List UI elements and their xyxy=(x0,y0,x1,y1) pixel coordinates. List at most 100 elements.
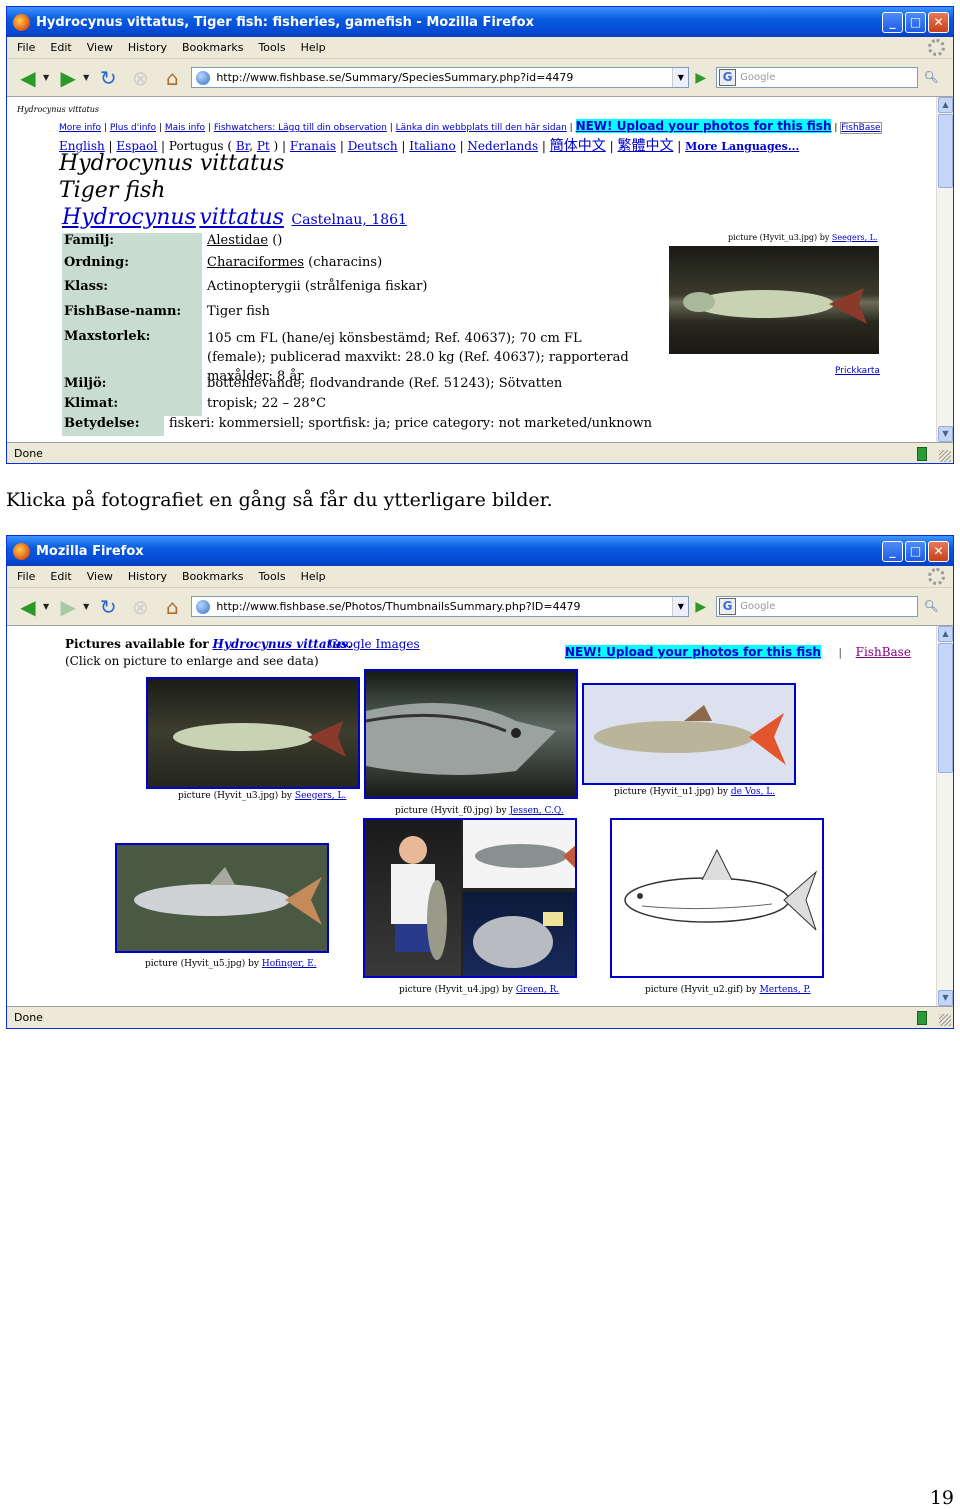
author-link[interactable]: de Vos, L. xyxy=(731,787,775,797)
menu-edit[interactable]: Edit xyxy=(50,41,71,54)
stop-icon[interactable]: ⊗ xyxy=(127,594,153,620)
more-languages-link[interactable]: More Languages... xyxy=(685,140,799,153)
menu-tools[interactable]: Tools xyxy=(258,41,285,54)
back-history-dropdown[interactable]: ▼ xyxy=(43,73,49,82)
fishbase-link[interactable]: FishBase xyxy=(840,122,882,134)
menu-bookmarks[interactable]: Bookmarks xyxy=(182,570,243,583)
search-box[interactable]: G Google xyxy=(716,596,919,617)
minimize-button[interactable]: _ xyxy=(882,541,903,562)
menu-history[interactable]: History xyxy=(128,570,167,583)
menu-help[interactable]: Help xyxy=(301,570,326,583)
menu-history[interactable]: History xyxy=(128,41,167,54)
lang-nederlands[interactable]: Nederlands xyxy=(467,139,538,153)
fish-photo[interactable] xyxy=(669,246,879,354)
forward-history-dropdown[interactable]: ▼ xyxy=(83,73,89,82)
forward-arrow-icon[interactable]: ▶ xyxy=(55,65,81,91)
scroll-up-icon[interactable]: ▲ xyxy=(938,626,953,642)
thumbnail-hyvit-f0[interactable] xyxy=(364,669,578,799)
author-link[interactable]: Green, R. xyxy=(516,985,559,995)
menu-view[interactable]: View xyxy=(87,570,113,583)
home-icon[interactable]: ⌂ xyxy=(159,65,185,91)
lang-simplified-chinese[interactable]: 簡体中文 xyxy=(550,138,606,154)
scroll-down-icon[interactable]: ▼ xyxy=(938,426,953,442)
resize-grip-icon[interactable] xyxy=(939,1014,951,1026)
order-link[interactable]: Characiformes xyxy=(207,255,304,270)
occurrence-map-link[interactable]: Prickkarta xyxy=(835,366,880,376)
minimize-button[interactable]: _ xyxy=(882,12,903,33)
maximize-button[interactable]: □ xyxy=(905,541,926,562)
scroll-thumb[interactable] xyxy=(938,643,953,773)
stop-icon[interactable]: ⊗ xyxy=(127,65,153,91)
back-history-dropdown[interactable]: ▼ xyxy=(43,602,49,611)
fish-drawing-icon xyxy=(624,848,818,931)
photo-author-link[interactable]: Seegers, L. xyxy=(832,233,878,242)
url-dropdown-icon[interactable]: ▼ xyxy=(672,597,689,616)
vertical-scrollbar[interactable]: ▲ ▼ xyxy=(936,97,953,442)
reload-icon[interactable]: ↻ xyxy=(95,594,121,620)
url-text[interactable]: http://www.fishbase.se/Photos/Thumbnails… xyxy=(216,600,580,613)
link-plus-info[interactable]: Plus d'info xyxy=(110,123,156,133)
species-link[interactable]: vittatus xyxy=(199,205,284,230)
upload-photos-link[interactable]: NEW! Upload your photos for this fish xyxy=(565,645,821,659)
scroll-thumb[interactable] xyxy=(938,114,953,188)
link-more-info[interactable]: More info xyxy=(59,123,101,133)
close-button[interactable]: ✕ xyxy=(928,12,949,33)
info-label: Maxstorlek: xyxy=(62,329,202,376)
resize-grip-icon[interactable] xyxy=(939,450,951,462)
scroll-up-icon[interactable]: ▲ xyxy=(938,97,953,113)
link-lanka[interactable]: Länka din webbplats till den här sidan xyxy=(396,123,567,133)
menu-file[interactable]: File xyxy=(17,41,35,54)
home-icon[interactable]: ⌂ xyxy=(159,594,185,620)
reload-icon[interactable]: ↻ xyxy=(95,65,121,91)
scroll-down-icon[interactable]: ▼ xyxy=(938,990,953,1006)
lang-franais[interactable]: Franais xyxy=(290,139,336,153)
menu-view[interactable]: View xyxy=(87,41,113,54)
author-link[interactable]: Hofinger, E. xyxy=(262,959,317,969)
genus-link[interactable]: Hydrocynus xyxy=(62,205,196,230)
fishbase-link[interactable]: FishBase xyxy=(856,645,911,659)
url-dropdown-icon[interactable]: ▼ xyxy=(672,68,689,87)
menu-file[interactable]: File xyxy=(17,570,35,583)
thumbnail-hyvit-u1[interactable] xyxy=(582,683,796,785)
menu-edit[interactable]: Edit xyxy=(50,570,71,583)
lang-deutsch[interactable]: Deutsch xyxy=(348,139,398,153)
google-engine-icon[interactable]: G xyxy=(719,69,737,86)
go-icon[interactable]: ▶ xyxy=(695,599,706,615)
thumbnail-hyvit-u3[interactable] xyxy=(146,677,360,789)
url-bar[interactable]: http://www.fishbase.se/Summary/SpeciesSu… xyxy=(191,67,690,88)
author-link[interactable]: Mertens, P. xyxy=(760,985,811,995)
forward-arrow-icon[interactable]: ▶ xyxy=(55,594,81,620)
vertical-scrollbar[interactable]: ▲ ▼ xyxy=(936,626,953,1006)
link-mais-info[interactable]: Mais info xyxy=(165,123,205,133)
menu-help[interactable]: Help xyxy=(301,41,326,54)
magnifier-icon[interactable]: 🔍︎ xyxy=(921,597,941,616)
link-fishwatchers[interactable]: Fishwatchers: Lägg till din observation xyxy=(214,123,387,133)
menu-bookmarks[interactable]: Bookmarks xyxy=(182,41,243,54)
back-arrow-icon[interactable]: ◀ xyxy=(15,65,41,91)
author-link[interactable]: Jessen, C.Q. xyxy=(509,806,563,816)
lang-traditional-chinese[interactable]: 繁體中文 xyxy=(617,138,673,154)
google-engine-icon[interactable]: G xyxy=(719,598,737,615)
maximize-button[interactable]: □ xyxy=(905,12,926,33)
search-placeholder[interactable]: Google xyxy=(740,601,775,612)
close-button[interactable]: ✕ xyxy=(928,541,949,562)
back-arrow-icon[interactable]: ◀ xyxy=(15,594,41,620)
upload-photos-link[interactable]: NEW! Upload your photos for this fish xyxy=(575,119,832,133)
url-text[interactable]: http://www.fishbase.se/Summary/SpeciesSu… xyxy=(216,71,573,84)
magnifier-icon[interactable]: 🔍︎ xyxy=(921,68,941,87)
thumbnail-hyvit-u5[interactable] xyxy=(115,843,329,953)
google-images-link[interactable]: Google Images xyxy=(329,637,420,651)
search-box[interactable]: G Google xyxy=(716,67,919,88)
thumbnail-hyvit-u4[interactable] xyxy=(363,818,577,978)
author-link[interactable]: Castelnau, 1861 xyxy=(291,212,407,228)
family-link[interactable]: Alestidae xyxy=(207,233,268,248)
thumbnail-hyvit-u2[interactable] xyxy=(610,818,824,978)
species-link[interactable]: Hydrocynus vittatus xyxy=(213,637,348,651)
lang-italiano[interactable]: Italiano xyxy=(409,139,456,153)
author-link[interactable]: Seegers, L. xyxy=(295,791,346,801)
search-placeholder[interactable]: Google xyxy=(740,72,775,83)
forward-history-dropdown[interactable]: ▼ xyxy=(83,602,89,611)
url-bar[interactable]: http://www.fishbase.se/Photos/Thumbnails… xyxy=(191,596,690,617)
go-icon[interactable]: ▶ xyxy=(695,70,706,86)
menu-tools[interactable]: Tools xyxy=(258,570,285,583)
